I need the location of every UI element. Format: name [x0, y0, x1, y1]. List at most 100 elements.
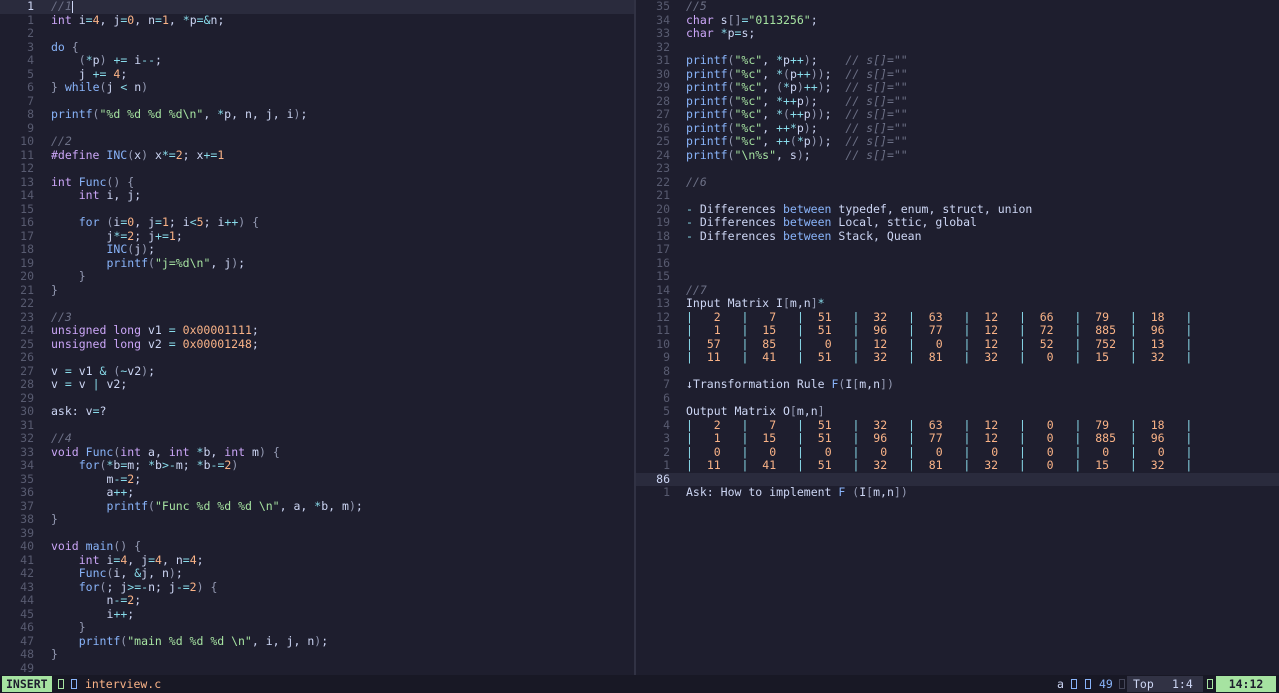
- line-number: 22: [20, 296, 34, 310]
- code-line[interactable]: 4 (*p) += i--;: [0, 53, 634, 68]
- line-number: 7: [27, 93, 34, 108]
- code-line[interactable]: 34 char s[]="0113256";: [636, 13, 1279, 28]
- code-line[interactable]: 45 i++;: [0, 607, 634, 622]
- code-line[interactable]: 26 printf("%c", ++*p); // s[]="": [636, 121, 1279, 136]
- code-line[interactable]: 12: [0, 161, 634, 176]
- code-line[interactable]: 24 unsigned long v1 = 0x00001111;: [0, 323, 634, 338]
- code-line[interactable]: 35 m-=2;: [0, 472, 634, 487]
- code-line[interactable]: 3 do {: [0, 39, 634, 55]
- code-line[interactable]: 43 for(; j>=-n; j-=2) {: [0, 580, 634, 595]
- code-line[interactable]: 31: [0, 418, 634, 433]
- code-line[interactable]: 15: [636, 269, 1279, 284]
- code-line[interactable]: 44 n-=2;: [0, 593, 634, 608]
- code-line[interactable]: 27 v = v1 & (~v2);: [0, 364, 634, 379]
- code-line[interactable]: 5 Output Matrix O[m,n]: [636, 404, 1279, 419]
- code-line[interactable]: 18 - Differences between Stack, Quean: [636, 229, 1279, 244]
- code-line[interactable]: 20 - Differences between typedef, enum, s…: [636, 202, 1279, 217]
- code-text: do {: [51, 39, 79, 54]
- code-line[interactable]: 32: [636, 40, 1279, 55]
- code-line[interactable]: 16 for (i=0, j=1; i<5; i++) {: [0, 215, 634, 230]
- code-line[interactable]: 10 | 57 | 85 | 0 | 12 | 0 | 12 | 52 | 752…: [636, 337, 1279, 352]
- code-line[interactable]: 7: [0, 93, 634, 109]
- code-line[interactable]: 16: [636, 256, 1279, 271]
- code-line[interactable]: 13 int Func() {: [0, 175, 634, 190]
- code-line[interactable]: 10 //2: [0, 134, 634, 149]
- code-line[interactable]: 39: [0, 526, 634, 541]
- code-line[interactable]: 31 printf("%c", *p++); // s[]="": [636, 53, 1279, 68]
- code-line[interactable]: 11 | 1 | 15 | 51 | 96 | 77 | 12 | 72 | 88…: [636, 323, 1279, 338]
- code-line[interactable]: 33 void Func(int a, int *b, int m) {: [0, 444, 634, 460]
- code-line[interactable]: 30 ask: v=?: [0, 404, 634, 419]
- code-line[interactable]: 1 int i=4, j=0, n=1, *p=&n;: [0, 13, 634, 28]
- code-line[interactable]: 36 a++;: [0, 485, 634, 500]
- code-line[interactable]: 8 printf("%d %d %d %d\n", *p, n, j, i);: [0, 107, 634, 122]
- code-line[interactable]: 37 printf("Func %d %d %d \n", a, *b, m);: [0, 499, 634, 514]
- code-line[interactable]: 28 v = v | v2;: [0, 377, 634, 392]
- line-number: 18: [20, 242, 34, 256]
- code-line[interactable]: 14 //7: [636, 283, 1279, 298]
- line-number: 33: [20, 444, 34, 459]
- code-line[interactable]: 29: [0, 391, 634, 406]
- code-line[interactable]: 35 //5: [636, 0, 1279, 14]
- line-number: 32: [20, 431, 34, 445]
- line-number: 12: [20, 161, 34, 175]
- editor-left-pane[interactable]: 1//1 1 int i=4, j=0, n=1, *p=&n; 2 3 do {4 (*…: [0, 0, 634, 675]
- code-line[interactable]: 40 void main() {: [0, 539, 634, 554]
- code-line[interactable]: 22: [0, 296, 634, 311]
- code-line[interactable]: 2 | 0 | 0 | 0 | 0 | 0 | 0 | 0 | 0 | 0 |: [636, 445, 1279, 460]
- code-line[interactable]: 19 printf("j=%d\n", j);: [0, 256, 634, 271]
- code-line[interactable]: 21}: [0, 283, 634, 298]
- code-line[interactable]: 38}: [0, 512, 634, 527]
- code-line[interactable]: 32 //4: [0, 431, 634, 446]
- code-line[interactable]: 2: [0, 26, 634, 41]
- code-line[interactable]: 33 char *p=s;: [636, 26, 1279, 41]
- code-line[interactable]: 7 ↓Transformation Rule F(I[m,n]): [636, 377, 1279, 392]
- code-line[interactable]: 6} while(j < n): [0, 80, 634, 95]
- code-line[interactable]: 27 printf("%c", *(++p)); // s[]="": [636, 107, 1279, 122]
- code-line[interactable]: 22 //6: [636, 175, 1279, 190]
- code-line[interactable]: 3 | 1 | 15 | 51 | 96 | 77 | 12 | 0 | 885 …: [636, 431, 1279, 446]
- code-text: void main() {: [51, 539, 142, 553]
- editor-right-pane[interactable]: 35//5 34 char s[]="0113256"; 33 char *p=s; 32…: [636, 0, 1279, 675]
- code-line[interactable]: 6: [636, 391, 1279, 406]
- code-line[interactable]: 18 INC(j);: [0, 242, 634, 257]
- code-line[interactable]: 1 Ask: How to implement F (I[m,n]): [636, 485, 1279, 500]
- code-line[interactable]: 47 printf("main %d %d %d \n", i, j, n);: [0, 634, 634, 649]
- code-line[interactable]: 26: [0, 350, 634, 365]
- code-line[interactable]: 29 printf("%c", (*p)++); // s[]="": [636, 80, 1279, 95]
- code-line[interactable]: 49: [0, 661, 634, 676]
- code-line[interactable]: 23 //3: [0, 310, 634, 325]
- code-line[interactable]: 9: [0, 121, 634, 136]
- code-line[interactable]: 4 | 2 | 7 | 51 | 32 | 63 | 12 | 0 | 79 | …: [636, 418, 1279, 433]
- code-line[interactable]: 25 unsigned long v2 = 0x00001248;: [0, 337, 634, 352]
- code-line[interactable]: 1 //1: [0, 0, 634, 14]
- code-line[interactable]: 20 }: [0, 269, 634, 284]
- filename-label[interactable]: interview.c: [85, 675, 161, 693]
- code-line[interactable]: 86: [636, 472, 1279, 486]
- code-line[interactable]: 34 for(*b=m; *b>-m; *b-=2): [0, 458, 634, 473]
- code-line[interactable]: 19 - Differences between Local, sttic, gl…: [636, 215, 1279, 230]
- code-text: Func(i, &j, n);: [78, 566, 183, 580]
- code-line[interactable]: 48}: [0, 647, 634, 662]
- code-line[interactable]: 24 printf("\n%s", s); // s[]="": [636, 148, 1279, 163]
- code-line[interactable]: 1 | 11 | 41 | 51 | 32 | 81 | 32 | 0 | 15 …: [636, 458, 1279, 473]
- code-line[interactable]: 46 }: [0, 620, 634, 635]
- code-line[interactable]: 5 j += 4;: [0, 67, 634, 82]
- code-line[interactable]: 9 | 11 | 41 | 51 | 32 | 81 | 32 | 0 | 15 …: [636, 350, 1279, 365]
- code-line[interactable]: 25 printf("%c", ++(*p)); // s[]="": [636, 134, 1279, 149]
- line-number: 9: [663, 350, 670, 364]
- code-line[interactable]: 21: [636, 188, 1279, 203]
- code-line[interactable]: 30 printf("%c", *(p++)); // s[]="": [636, 67, 1279, 82]
- code-line[interactable]: 13 Input Matrix I[m,n]*: [636, 296, 1279, 311]
- code-line[interactable]: 17: [636, 242, 1279, 257]
- code-line[interactable]: 12 | 2 | 7 | 51 | 32 | 63 | 12 | 66 | 79 …: [636, 310, 1279, 325]
- code-line[interactable]: 11 #define INC(x) x*=2; x+=1: [0, 148, 634, 163]
- code-line[interactable]: 28 printf("%c", *++p); // s[]="": [636, 94, 1279, 109]
- code-line[interactable]: 14 int i, j;: [0, 188, 634, 203]
- code-line[interactable]: 41 int i=4, j=4, n=4;: [0, 553, 634, 568]
- code-line[interactable]: 8: [636, 364, 1279, 379]
- code-line[interactable]: 23: [636, 161, 1279, 176]
- code-line[interactable]: 15: [0, 202, 634, 217]
- code-line[interactable]: 17 j*=2; j+=1;: [0, 229, 634, 244]
- code-line[interactable]: 42 Func(i, &j, n);: [0, 566, 634, 581]
